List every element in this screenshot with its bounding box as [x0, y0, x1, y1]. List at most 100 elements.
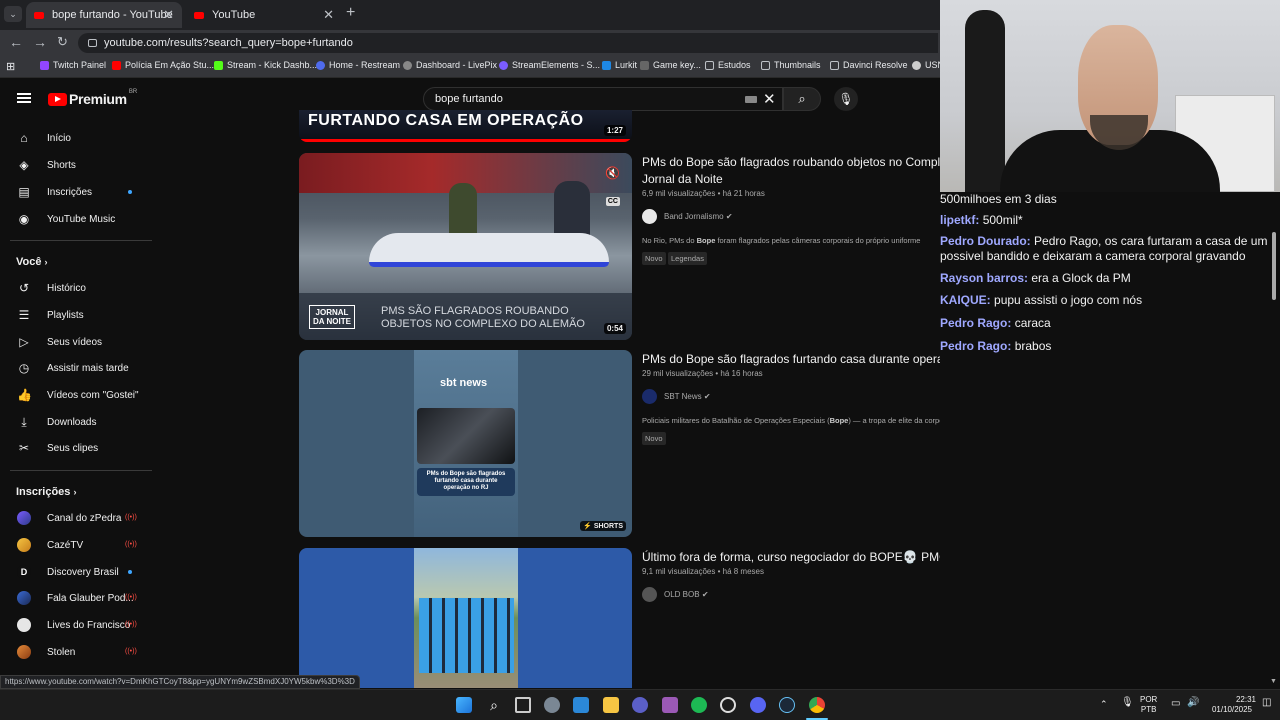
bookmark[interactable]: Game key... — [640, 60, 701, 70]
bookmark[interactable]: Home - Restream — [316, 60, 400, 70]
video-thumbnail[interactable]: sbt news PMs do Bope são flagrados furta… — [299, 350, 632, 537]
sidebar-item-home[interactable]: ⌂ Início — [0, 125, 152, 151]
new-badge: Novo — [642, 252, 666, 265]
thumbnail-caption: PMs do Bope são flagrados furtando casa … — [417, 468, 515, 496]
volume-icon[interactable]: 🔊 — [1187, 698, 1199, 708]
video-title[interactable]: PMs do Bope são flagrados roubando objet… — [642, 154, 942, 188]
like-icon: 👍 — [17, 388, 32, 402]
sidebar-item-clips[interactable]: ✂ Seus clipes — [0, 435, 152, 461]
chrome-icon[interactable] — [809, 697, 825, 713]
sidebar-channel[interactable]: Canal do zPedra ((•)) — [0, 505, 152, 531]
bookmark-folder[interactable]: Thumbnails — [761, 60, 821, 70]
sidebar-item-youtube-music[interactable]: ◉ YouTube Music — [0, 206, 152, 232]
search-button[interactable]: ⌕ — [783, 87, 821, 111]
search-icon[interactable]: ⌕ — [486, 697, 502, 713]
app-icon[interactable] — [720, 697, 736, 713]
microphone-icon[interactable]: 🎙 — [1121, 698, 1134, 708]
discord-icon[interactable] — [750, 697, 766, 713]
bookmark-folder[interactable]: Davinci Resolve — [830, 60, 908, 70]
apps-icon[interactable]: ⊞ — [6, 60, 15, 73]
scroll-down-icon[interactable]: ▼ — [1270, 678, 1277, 685]
settings-icon[interactable] — [544, 697, 560, 713]
photos-icon[interactable] — [573, 697, 589, 713]
video-thumbnail[interactable]: JORNAL DA NOITE PMS SÃO FLAGRADOS ROUBAN… — [299, 153, 632, 340]
video-thumbnail[interactable] — [299, 548, 632, 688]
app-icon[interactable] — [662, 697, 678, 713]
forward-icon[interactable]: → — [33, 34, 47, 50]
task-view-icon[interactable] — [515, 697, 531, 713]
video-thumbnail[interactable]: FURTANDO CASA EM OPERAÇÃO 1:27 — [299, 110, 632, 142]
section-you-heading[interactable]: Você › — [16, 256, 48, 268]
avatar — [17, 591, 31, 605]
browser-toolbar: ← → ↻ youtube.com/results?search_query=b… — [0, 30, 940, 56]
clear-search-icon[interactable]: ✕ — [763, 90, 776, 108]
new-badge: Novo — [642, 432, 666, 445]
sidebar-item-shorts[interactable]: ◈ Shorts — [0, 152, 152, 178]
notifications-icon[interactable]: ◫ — [1262, 698, 1271, 708]
sidebar-channel[interactable]: Stolen ((•)) — [0, 639, 152, 665]
search-input[interactable]: bope furtando — [423, 87, 783, 111]
section-subscriptions-heading[interactable]: Inscrições › — [16, 486, 76, 498]
close-tab-icon[interactable]: ✕ — [163, 7, 174, 23]
chat-message: Rayson barros: era a Glock da PM — [940, 271, 1131, 285]
chevron-right-icon: › — [44, 257, 48, 267]
sidebar: ⌂ Início ◈ Shorts ▤ Inscrições ◉ YouTube Mus… — [0, 120, 160, 680]
jornal-da-noite-logo: JORNAL DA NOITE — [309, 305, 355, 329]
mute-icon[interactable]: 🔇 — [605, 166, 620, 180]
app-icon[interactable] — [632, 697, 648, 713]
clock[interactable]: 22:31 01/10/2025 — [1208, 695, 1256, 715]
browser-tab[interactable]: YouTube ✕ — [186, 2, 342, 28]
network-icon[interactable]: ▭ — [1171, 699, 1180, 709]
steam-icon[interactable] — [779, 697, 795, 713]
chevron-up-icon[interactable]: ⌃ — [1100, 699, 1108, 709]
back-icon[interactable]: ← — [9, 34, 23, 50]
sidebar-item-subscriptions[interactable]: ▤ Inscrições — [0, 179, 152, 205]
language-indicator[interactable]: POR PTB — [1140, 695, 1157, 715]
bookmark[interactable]: Lurkit — [602, 60, 637, 70]
browser-tab-active[interactable]: bope furtando - YouTube ✕ — [26, 2, 182, 28]
file-explorer-icon[interactable] — [603, 697, 619, 713]
bookmark[interactable]: Stream - Kick Dashb... — [214, 60, 317, 70]
channel-link[interactable]: SBT News ✔ — [642, 389, 711, 404]
tab-search-icon[interactable]: ⌄ — [4, 6, 22, 22]
chat-scrollbar[interactable] — [1272, 232, 1276, 300]
chevron-right-icon: › — [73, 487, 77, 497]
sidebar-channel[interactable]: Fala Glauber Pod... ((•)) — [0, 585, 152, 611]
address-bar[interactable]: youtube.com/results?search_query=bope+fu… — [78, 33, 938, 53]
sidebar-item-liked-videos[interactable]: 👍 Vídeos com "Gostei" — [0, 382, 152, 408]
close-tab-icon[interactable]: ✕ — [323, 7, 334, 23]
avatar — [17, 511, 31, 525]
start-icon[interactable] — [456, 697, 472, 713]
bookmark-folder[interactable]: Estudos — [705, 60, 751, 70]
bookmark[interactable]: Twitch Painel — [40, 60, 106, 70]
sidebar-item-your-videos[interactable]: ▷ Seus vídeos — [0, 329, 152, 355]
keyboard-icon[interactable] — [745, 96, 757, 103]
divider — [10, 240, 152, 241]
menu-icon[interactable] — [17, 93, 31, 103]
reload-icon[interactable]: ↻ — [57, 34, 68, 50]
shorts-icon: ◈ — [19, 158, 29, 172]
live-icon: ((•)) — [125, 514, 137, 521]
closed-captions-icon[interactable]: CC — [605, 197, 620, 206]
sidebar-item-history[interactable]: ↺ Histórico — [0, 275, 152, 301]
bookmark[interactable]: Dashboard - LivePix — [403, 60, 497, 70]
sidebar-channel[interactable]: D Discovery Brasil — [0, 559, 152, 585]
new-tab-button[interactable]: + — [346, 4, 355, 22]
browser-tab-strip: ⌄ bope furtando - YouTube ✕ YouTube ✕ + — [0, 0, 940, 30]
microphone-icon[interactable]: 🎙 — [834, 87, 858, 111]
spotify-icon[interactable] — [691, 697, 707, 713]
site-info-icon[interactable] — [88, 39, 97, 47]
sidebar-item-playlists[interactable]: ☰ Playlists — [0, 302, 152, 328]
avatar — [17, 538, 31, 552]
scissors-icon: ✂ — [18, 441, 30, 455]
youtube-logo[interactable]: Premium BR — [48, 89, 137, 107]
channel-link[interactable]: OLD BOB ✔ — [642, 587, 709, 602]
channel-link[interactable]: Band Jornalismo ✔ — [642, 209, 733, 224]
chat-message: 500milhoes em 3 dias — [940, 192, 1057, 206]
sidebar-item-downloads[interactable]: ⤓ Downloads — [0, 409, 152, 435]
bookmark[interactable]: StreamElements - S... — [499, 60, 600, 70]
sidebar-channel[interactable]: CazéTV ((•)) — [0, 532, 152, 558]
sidebar-channel[interactable]: Lives do Francisco ((•)) — [0, 612, 152, 638]
bookmark[interactable]: Polícia Em Ação Stu... — [112, 60, 214, 70]
sidebar-item-watch-later[interactable]: ◷ Assistir mais tarde — [0, 355, 152, 381]
